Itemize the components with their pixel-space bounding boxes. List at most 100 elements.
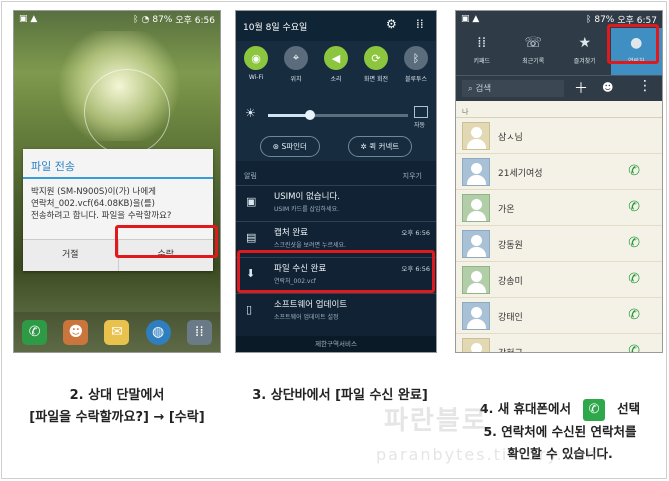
call-icon[interactable]: ✆ (628, 199, 640, 215)
auto-checkbox[interactable] (414, 106, 428, 118)
brightness-slider[interactable] (268, 114, 408, 117)
gear-icon[interactable]: ⚙ (386, 17, 397, 31)
notification-title: 캡처 완료 (274, 228, 308, 238)
tab-keypad[interactable]: ⁞⁞ 키패드 (456, 28, 508, 75)
call-icon[interactable]: ✆ (628, 307, 640, 323)
contact-name: 강송미 (498, 277, 523, 287)
decline-button[interactable]: 거절 (23, 240, 118, 271)
screenshot-icon: ▤ (246, 231, 257, 244)
search-placeholder: 검색 (475, 84, 492, 94)
quick-connect-label: 퀵 커넥트 (369, 141, 400, 151)
sun-icon: ☀ (245, 106, 256, 120)
s-finder-button[interactable]: ⊛ S파인더 (259, 135, 320, 157)
contact-row[interactable]: 21세기여성 ✆ (456, 155, 662, 190)
contact-row[interactable]: 강태인 ✆ (456, 299, 662, 334)
caption-text: 4. 새 휴대폰에서 (479, 401, 572, 416)
tab-label: 키패드 (473, 58, 491, 65)
update-icon: ▯ (246, 303, 253, 316)
call-icon[interactable]: ✆ (628, 163, 640, 179)
call-icon[interactable]: ✆ (628, 271, 640, 287)
caption-line: [파일을 수락할까요?] → [수락] (29, 410, 205, 425)
wifi-icon: ◉ (244, 46, 268, 70)
contact-row[interactable]: 강동원 ✆ (456, 227, 662, 262)
sim-icon: ▣ (246, 195, 257, 208)
quick-toggle-label: 블루투스 (404, 76, 428, 83)
tab-recent[interactable]: ☏ 최근기록 (508, 28, 560, 75)
grid-icon[interactable]: ⁞⁞ (416, 17, 424, 31)
status-bar: ▣ ▲ ᛒ ◔ 87% 오후 6:56 (14, 11, 220, 28)
call-icon[interactable]: ✆ (628, 343, 640, 352)
notification-item[interactable]: ▯ 소프트웨어 업데이트소프트웨어 업데이트 설정 (236, 293, 436, 325)
avatar (462, 302, 490, 330)
panel-date: 10월 8일 수요일 (243, 23, 308, 33)
contact-row[interactable]: 강송미 ✆ (456, 263, 662, 298)
watermark: 파란블로 (384, 406, 488, 436)
contact-name: 가온 (498, 205, 515, 215)
quick-toggle[interactable]: ⟳ 화면 회전 (361, 46, 391, 99)
phone-app-icon[interactable]: ✆ (22, 319, 48, 345)
quick-toggle[interactable]: ⌖ 위치 (281, 46, 311, 99)
quick-toggle[interactable]: ◉ Wi-Fi (241, 46, 271, 99)
caption-text: 선택 (617, 401, 641, 416)
more-icon[interactable]: ⋮ (638, 78, 652, 94)
notification-title: 소프트웨어 업데이트 (274, 300, 348, 310)
clear-button[interactable]: 지우기 (403, 171, 422, 181)
notification-icons: ▣ ▲ (19, 14, 38, 24)
bluetooth-icon: ᛒ (404, 46, 428, 70)
notification-item[interactable]: ▤ 캡처 완료스크린샷을 보려면 누르세요. 오후 6:56 (236, 221, 436, 253)
quick-toggle-label: Wi-Fi (248, 74, 264, 81)
notification-icons: ▣ ▲ (461, 14, 480, 24)
quick-toggle-label: 화면 회전 (364, 76, 388, 83)
clock-widget (84, 69, 170, 155)
tab-label: 즐겨찾기 (573, 58, 596, 65)
contact-row[interactable]: 삼ㅅ님 (456, 119, 662, 154)
highlight-file-received (237, 250, 435, 293)
quick-toggle-label: 소리 (330, 76, 342, 83)
apps-grid-icon[interactable]: ⁞⁞ (186, 319, 212, 345)
call-icon[interactable]: ✆ (628, 235, 640, 251)
me-profile-icon[interactable]: ☻ (602, 81, 613, 94)
search-input[interactable]: ⌕ 검색 (462, 80, 564, 97)
tab-label: 최근기록 (522, 58, 545, 65)
phone-screen-accept: ▣ ▲ ᛒ ◔ 87% 오후 6:56 파일 전송 박지원 (SM-N900S)… (13, 10, 221, 353)
contact-name: 강동원 (498, 241, 523, 251)
contact-name: 21세기여성 (498, 169, 543, 179)
brightness-control: ☀ 자동 (236, 99, 436, 131)
notification-subtitle: 소프트웨어 업데이트 설정 (274, 314, 339, 321)
phone-app-icon: ✆ (583, 398, 606, 421)
messages-app-icon[interactable]: ✉ (104, 319, 130, 345)
contact-name: 강태인 (498, 313, 523, 323)
brightness-knob[interactable] (305, 110, 315, 120)
avatar (462, 266, 490, 294)
notification-title: USIM이 없습니다. (274, 192, 340, 202)
contact-row[interactable]: 가온 ✆ (456, 191, 662, 226)
brightness-fill (268, 114, 310, 117)
notification-item[interactable]: ▣ USIM이 없습니다. USIM 카드를 삽입하세요. (236, 185, 436, 217)
contacts-app-icon[interactable]: ☻ (63, 319, 89, 345)
battery-level: 87% (152, 14, 173, 25)
sound-icon: ◀ (324, 46, 348, 70)
avatar (462, 158, 490, 186)
notification-time: 오후 6:56 (401, 229, 430, 237)
add-contact-icon[interactable]: ＋ (574, 78, 588, 98)
panel-footer: 제한구역서비스 (236, 336, 436, 352)
contact-list: 나 삼ㅅ님 21세기여성 ✆ 가온 ✆ 강동원 ✆ 강송미 ✆ 강태인 ✆ 강혀군 ✆ (456, 101, 662, 352)
contact-row[interactable]: 강혀군 ✆ (456, 335, 662, 352)
bluetooth-icon: ᛒ (133, 14, 139, 25)
internet-app-icon[interactable]: ◍ (145, 319, 171, 345)
caption-step2: 2. 상대 단말에서 [파일을 수락할까요?] → [수락] (13, 385, 221, 429)
bluetooth-icon: ᛒ (585, 14, 592, 25)
quick-toggle[interactable]: ◀ 소리 (321, 46, 351, 99)
quick-toggle[interactable]: ᛒ 블루투스 (401, 46, 431, 99)
tab-star[interactable]: ★ 즐겨찾기 (559, 28, 611, 75)
notification-subtitle: 스크린샷을 보려면 누르세요. (274, 242, 346, 249)
dialog-line: 전송하려고 합니다. 파일을 수락할까요? (31, 211, 172, 221)
keypad-icon: ⁞⁞ (477, 35, 487, 51)
star-icon: ★ (578, 35, 592, 51)
contact-name: 삼ㅅ님 (498, 133, 523, 143)
quick-connect-button[interactable]: ✲ 퀵 커넥트 (347, 135, 413, 157)
avatar (462, 194, 490, 222)
dialog-line: 박지원 (SM-N900S)이(가) 나에게 (31, 187, 157, 197)
auto-label: 자동 (414, 122, 426, 129)
rotate-icon: ⟳ (364, 46, 388, 70)
